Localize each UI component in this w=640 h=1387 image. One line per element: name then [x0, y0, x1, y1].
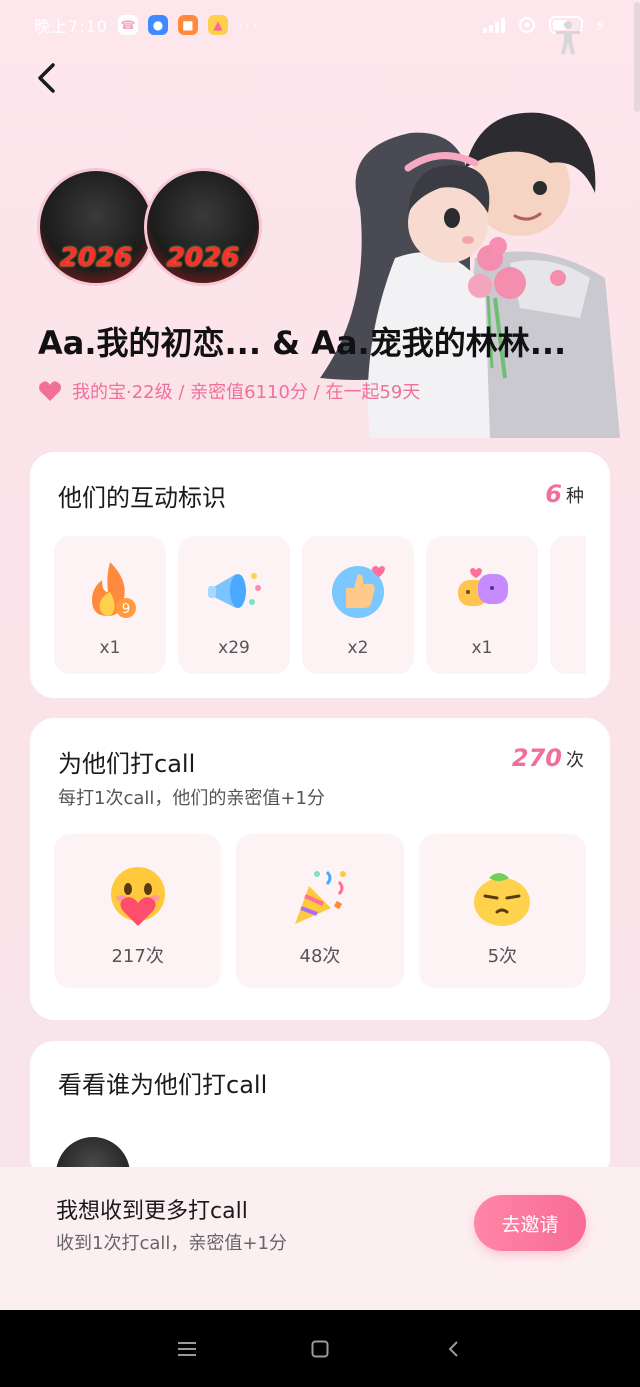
invite-bar: 我想收到更多打call 收到1次打call，亲密值+1分 去邀请 [0, 1167, 640, 1310]
call-option-party-popper[interactable]: 48次 [236, 834, 404, 988]
badge-megaphone-count: x29 [218, 638, 250, 658]
status-time: 晚上7:10 [34, 17, 108, 36]
back-button[interactable] [28, 58, 64, 98]
fire-badge-icon: 9 [92, 562, 136, 618]
cake-app-icon: ▲ [207, 15, 228, 35]
invite-subtitle: 收到1次打call，亲密值+1分 [56, 1233, 287, 1254]
nav-back-button[interactable] [433, 1329, 473, 1369]
badges-list[interactable]: 9 x1 x29 x2 x1 [54, 536, 586, 676]
chat-hearts-badge-icon [458, 568, 508, 606]
avatar-frame-year: 2026 [166, 243, 240, 273]
call-options: 217次 48次 5次 [54, 834, 586, 988]
chat-app-icon: ● [147, 15, 168, 35]
badge-fire[interactable]: 9 x1 [54, 536, 166, 674]
signal-icon [482, 17, 505, 33]
couple-names-title: Aa.我的初恋... & Aa.宠我的林林... [38, 324, 567, 362]
relationship-meta: 我的宝·22级 / 亲密值6110分 / 在一起59天 [38, 378, 420, 404]
status-bar: 晚上7:10 ☎ ● ■ ▲ ··· ⚡ [0, 0, 640, 50]
call-card-subtitle: 每打1次call，他们的亲密值+1分 [58, 788, 325, 809]
call-option-heart-hug[interactable]: 217次 [54, 834, 222, 988]
badge-thumbs-up[interactable]: x2 [302, 536, 414, 674]
back-arrow-icon [38, 63, 55, 93]
badge-more[interactable] [550, 536, 586, 674]
home-button[interactable] [300, 1329, 340, 1369]
badges-count-number: 6 [545, 480, 562, 508]
wifi-icon [518, 17, 535, 33]
call-total-number: 270 [511, 744, 562, 772]
call-option-heart-hug-count: 217次 [111, 946, 164, 967]
nav-back-icon [448, 1340, 459, 1357]
charging-icon: ⚡ [594, 15, 606, 35]
menu-icon [177, 1341, 196, 1356]
more-notifications-icon: ··· [237, 15, 260, 35]
badge-megaphone[interactable]: x29 [178, 536, 290, 674]
heart-hug-emoji-icon [110, 867, 165, 926]
badge-thumbs-up-count: x2 [347, 638, 369, 658]
badges-count: 6种 [545, 480, 584, 508]
supporters-card: 看看谁为他们打call [30, 1041, 610, 1211]
party-popper-emoji-icon [294, 870, 346, 924]
partner-avatar-1[interactable]: 2026 [37, 168, 155, 286]
sour-lemon-emoji-icon [474, 873, 531, 926]
call-total-count: 270 次 [512, 744, 584, 772]
badges-card-title: 他们的互动标识 [58, 484, 226, 512]
call-total-unit: 次 [566, 750, 584, 771]
shopping-app-icon: ■ [177, 15, 198, 35]
svg-text:9: 9 [122, 602, 130, 617]
phone-app-icon: ☎ [117, 15, 138, 35]
call-option-sour-lemon[interactable]: 5次 [418, 834, 586, 988]
interaction-badges-card: 他们的互动标识 6种 9 x1 x29 x2 x1 [30, 452, 610, 698]
megaphone-badge-icon [208, 573, 261, 608]
accessibility-icon [556, 21, 580, 54]
avatar-frame-year: 2026 [59, 243, 133, 273]
call-card-title: 为他们打call [58, 750, 196, 778]
partner-avatar-2[interactable]: 2026 [144, 168, 262, 286]
cheer-call-card: 为他们打call 270 次 每打1次call，他们的亲密值+1分 217次 4… [30, 718, 610, 1020]
badge-chat-hearts-count: x1 [471, 638, 493, 658]
accessibility-button[interactable] [548, 18, 588, 58]
thumbs-up-badge-icon [332, 566, 385, 618]
supporters-card-title: 看看谁为他们打call [58, 1071, 268, 1099]
badge-fire-count: x1 [99, 638, 121, 658]
badges-count-unit: 种 [566, 486, 584, 507]
system-nav-bar [0, 1310, 640, 1387]
heart-icon [39, 381, 61, 401]
recent-apps-button[interactable] [167, 1329, 207, 1369]
relationship-meta-text: 我的宝·22级 / 亲密值6110分 / 在一起59天 [72, 382, 421, 403]
invite-title: 我想收到更多打call [56, 1199, 248, 1224]
call-option-sour-lemon-count: 5次 [487, 946, 518, 967]
invite-button[interactable]: 去邀请 [474, 1195, 586, 1251]
home-square-icon [311, 1340, 329, 1357]
badge-chat-hearts[interactable]: x1 [426, 536, 538, 674]
call-option-party-popper-count: 48次 [299, 946, 341, 967]
